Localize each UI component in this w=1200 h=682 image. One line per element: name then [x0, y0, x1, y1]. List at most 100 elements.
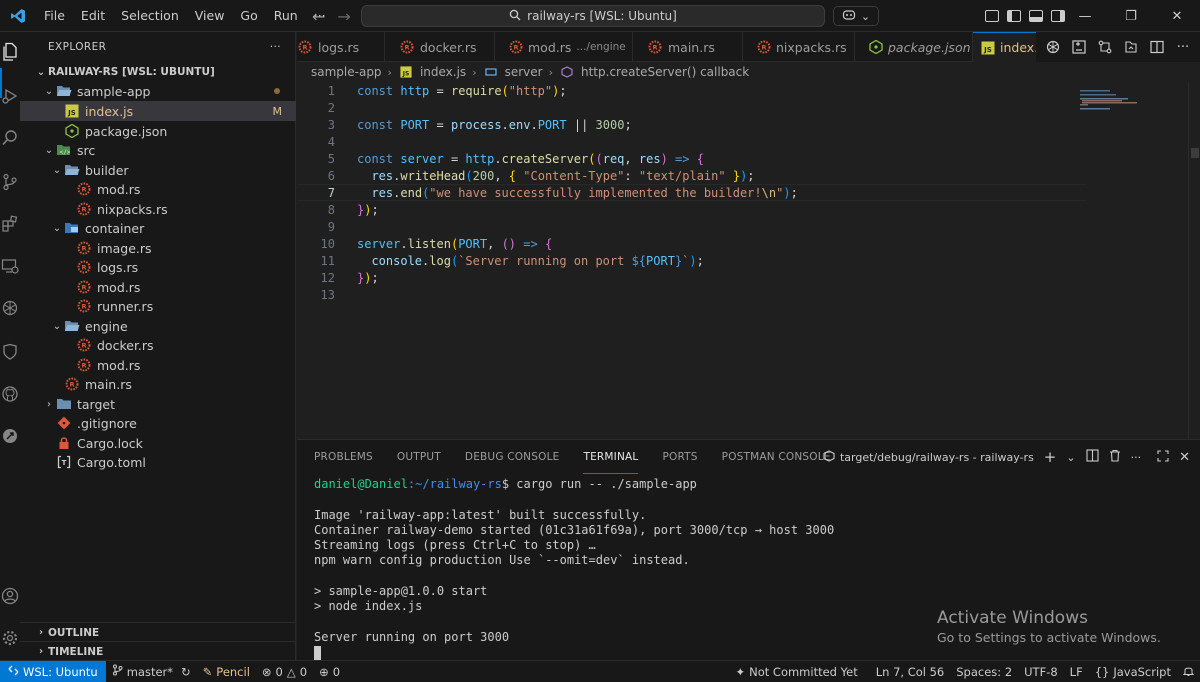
- menu-file[interactable]: File: [36, 0, 73, 32]
- rust-file-icon: R: [647, 39, 663, 55]
- tree-file-package-json[interactable]: package.json: [20, 121, 296, 141]
- tree-folder-target[interactable]: › target: [20, 394, 296, 414]
- terminal-selector[interactable]: target/debug/railway-rs - railway-rs: [823, 449, 1034, 465]
- compare-changes-icon[interactable]: [1070, 38, 1088, 56]
- minimize-button[interactable]: —: [1062, 0, 1108, 32]
- trash-icon[interactable]: [1109, 449, 1121, 465]
- encoding[interactable]: UTF-8: [1018, 661, 1064, 682]
- breadcrumb-item[interactable]: server: [505, 65, 543, 79]
- tree-file-logs-rs[interactable]: R logs.rs: [20, 257, 296, 277]
- tree-root-railway-rs[interactable]: ⌄ RAILWAY-RS [WSL: UBUNTU]: [20, 62, 296, 82]
- remote-indicator[interactable]: WSL: Ubuntu: [0, 660, 106, 682]
- pencil-status[interactable]: ✎ Pencil: [197, 661, 256, 682]
- tab-debug-console[interactable]: DEBUG CONSOLE: [465, 440, 560, 474]
- chatgpt-action-icon[interactable]: [1044, 38, 1062, 56]
- github-icon[interactable]: [0, 382, 20, 406]
- explorer-icon[interactable]: [0, 40, 20, 64]
- tree-folder-sample-app[interactable]: ⌄ sample-app: [20, 81, 296, 101]
- language-mode[interactable]: {} JavaScript: [1089, 661, 1177, 682]
- tree-folder-engine[interactable]: ⌄ engine: [20, 316, 296, 336]
- explorer-more-actions[interactable]: ···: [270, 41, 281, 53]
- tree-file-gitignore[interactable]: .gitignore: [20, 413, 296, 433]
- close-panel-icon[interactable]: ✕: [1179, 450, 1190, 465]
- tree-folder-src[interactable]: ⌄ </> src: [20, 140, 296, 160]
- breadcrumb-item[interactable]: http.createServer() callback: [581, 65, 749, 79]
- tab-package-json[interactable]: package.json: [855, 32, 973, 62]
- account-icon[interactable]: [0, 584, 20, 608]
- tree-file-docker-rs[interactable]: R docker.rs: [20, 335, 296, 355]
- tree-file-index-js[interactable]: JS index.js M: [20, 101, 296, 121]
- tree-file-main-rs[interactable]: R main.rs: [20, 374, 296, 394]
- search-view-icon[interactable]: [0, 126, 20, 150]
- command-center-search[interactable]: railway-rs [WSL: Ubuntu]: [361, 5, 825, 27]
- git-blame[interactable]: ✦ Not Committed Yet: [729, 661, 863, 682]
- tree-file-runner-rs[interactable]: R runner.rs: [20, 296, 296, 316]
- breadcrumb-item[interactable]: sample-app: [311, 65, 382, 79]
- open-preview-icon[interactable]: [1122, 38, 1140, 56]
- git-branch[interactable]: master* ↻: [106, 661, 197, 682]
- close-window-button[interactable]: ✕: [1154, 0, 1200, 32]
- tab-logs-rs[interactable]: R logs.rs: [297, 32, 385, 62]
- remote-explorer-icon[interactable]: [0, 254, 20, 278]
- tree-file-image-rs[interactable]: R image.rs: [20, 238, 296, 258]
- tree-file-nixpacks-rs[interactable]: R nixpacks.rs: [20, 199, 296, 219]
- tree-file-cargo-toml[interactable]: T Cargo.toml: [20, 452, 296, 472]
- back-arrow-icon[interactable]: ←: [312, 7, 325, 26]
- postman-icon[interactable]: [0, 424, 20, 448]
- manage-gear-icon[interactable]: [0, 626, 20, 650]
- toggle-panel-icon[interactable]: [1029, 10, 1043, 22]
- tree-file-mod-rs[interactable]: R mod.rs: [20, 179, 296, 199]
- cursor-position[interactable]: Ln 7, Col 56: [870, 661, 951, 682]
- tab-terminal[interactable]: TERMINAL: [583, 440, 639, 474]
- tab-ports[interactable]: PORTS: [662, 440, 697, 474]
- more-actions-icon[interactable]: ···: [1174, 38, 1192, 56]
- forward-arrow-icon[interactable]: →: [337, 7, 350, 26]
- copilot-button[interactable]: ⌄: [833, 6, 879, 26]
- new-terminal-icon[interactable]: +: [1044, 448, 1057, 466]
- tree-folder-builder[interactable]: ⌄ builder: [20, 160, 296, 180]
- code-editor[interactable]: 1 const http = require("http"); 2 3 cons…: [297, 82, 1200, 439]
- editor-scrollbar[interactable]: [1188, 82, 1200, 439]
- menu-run[interactable]: Run: [266, 0, 306, 32]
- toggle-primary-sidebar-icon[interactable]: [1007, 10, 1021, 22]
- tab-main-rs[interactable]: R main.rs: [633, 32, 743, 62]
- timeline-section[interactable]: › TIMELINE: [20, 641, 296, 661]
- breadcrumb-item[interactable]: index.js: [420, 65, 466, 79]
- menu-selection[interactable]: Selection: [113, 0, 187, 32]
- extensions-icon[interactable]: [0, 212, 20, 236]
- layout-controls: [985, 0, 1065, 32]
- menu-edit[interactable]: Edit: [73, 0, 113, 32]
- tab-output[interactable]: OUTPUT: [397, 440, 441, 474]
- ports-status[interactable]: ⊕ 0: [313, 661, 346, 682]
- tab-docker-rs[interactable]: R docker.rs: [385, 32, 495, 62]
- source-control-icon[interactable]: [0, 170, 20, 194]
- menu-go[interactable]: Go: [232, 0, 265, 32]
- menu-view[interactable]: View: [187, 0, 233, 32]
- more-actions-icon[interactable]: ···: [1131, 451, 1142, 464]
- tree-file-cargo-lock[interactable]: Cargo.lock: [20, 433, 296, 453]
- split-editor-icon[interactable]: [1148, 38, 1166, 56]
- shield-icon[interactable]: [0, 340, 20, 364]
- tree-folder-container[interactable]: ⌄ container: [20, 218, 296, 238]
- indentation[interactable]: Spaces: 2: [950, 661, 1018, 682]
- run-debug-icon[interactable]: [0, 84, 20, 108]
- problems-status[interactable]: ⊗ 0 △ 0: [256, 661, 313, 682]
- tab-nixpacks-rs[interactable]: R nixpacks.rs: [743, 32, 855, 62]
- customize-layout-icon[interactable]: [985, 10, 999, 22]
- chevron-down-icon[interactable]: ⌄: [1066, 451, 1075, 464]
- minimap[interactable]: [1078, 82, 1188, 439]
- tab-problems[interactable]: PROBLEMS: [314, 440, 373, 474]
- end-of-line[interactable]: LF: [1064, 661, 1089, 682]
- sync-icon[interactable]: ↻: [181, 665, 191, 679]
- outline-section[interactable]: › OUTLINE: [20, 622, 296, 642]
- notifications[interactable]: [1177, 661, 1200, 682]
- tab-postman-console[interactable]: POSTMAN CONSOLE: [722, 440, 831, 474]
- git-compare-icon[interactable]: [1096, 38, 1114, 56]
- tree-file-mod-rs[interactable]: R mod.rs: [20, 277, 296, 297]
- maximize-panel-icon[interactable]: [1157, 449, 1169, 465]
- restore-button[interactable]: ❐: [1108, 0, 1154, 32]
- tree-file-mod-rs[interactable]: R mod.rs: [20, 355, 296, 375]
- tab-mod-rs-engine[interactable]: R mod.rs .../engine: [495, 32, 633, 62]
- chatgpt-icon[interactable]: [0, 296, 20, 320]
- split-terminal-icon[interactable]: [1086, 449, 1099, 465]
